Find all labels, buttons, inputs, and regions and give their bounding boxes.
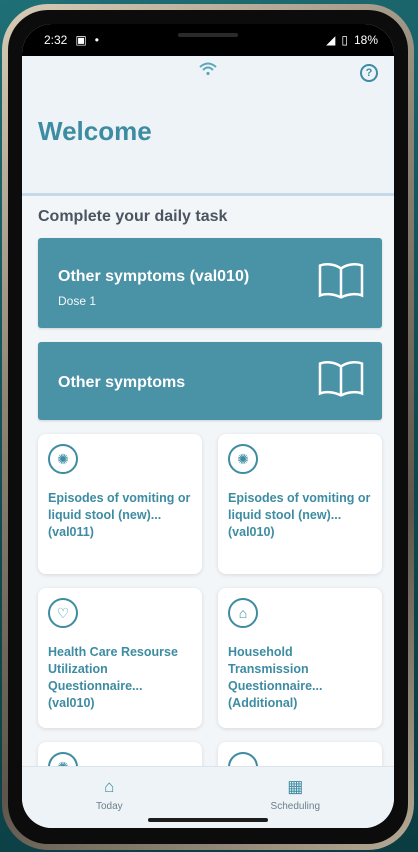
status-time: 2:32 <box>44 33 68 47</box>
app-header: ? Welcome <box>22 56 394 196</box>
book-icon <box>318 361 364 402</box>
nav-label: Today <box>95 801 123 812</box>
nav-label: Scheduling <box>270 801 321 812</box>
questionnaire-card[interactable]: ♡ Health Care Resourse Utilization Quest… <box>38 588 202 728</box>
calendar-icon: ▦ <box>287 777 304 796</box>
task-title: Other symptoms <box>58 374 186 391</box>
questionnaire-card[interactable]: ✺ Episodes of vomiting or liquid stool (… <box>218 434 382 574</box>
help-icon[interactable]: ? <box>360 64 378 82</box>
book-icon <box>318 263 364 304</box>
questionnaire-card[interactable]: ✺ Episodes of vomiting or liquid stool (… <box>38 434 202 574</box>
camera-notch <box>108 24 308 58</box>
phone-frame: 2:32 ▣ • ◢ ▯ 18% ? Welcome Complete your… <box>2 4 414 850</box>
section-title: Complete your daily task <box>38 208 228 225</box>
notification-dot-icon: • <box>94 33 99 47</box>
sim-icon: ▣ <box>75 33 87 47</box>
task-title: Other symptoms (val010) <box>58 268 250 285</box>
questionnaire-label: Episodes of vomiting or liquid stool (ne… <box>48 491 191 539</box>
virus-icon: ✺ <box>228 444 258 474</box>
task-subtitle: Dose 1 <box>58 294 97 308</box>
app-screen: 2:32 ▣ • ◢ ▯ 18% ? Welcome Complete your… <box>22 24 394 828</box>
questionnaire-label: Health Care Resourse Utilization Questio… <box>48 645 178 710</box>
questionnaire-label: Household Transmission Questionnaire... … <box>228 645 323 710</box>
heart-icon: ♡ <box>48 598 78 628</box>
nav-today[interactable]: ⌂ Today <box>96 777 123 812</box>
page-title: Welcome <box>38 116 152 146</box>
nav-scheduling[interactable]: ▦ Scheduling <box>271 777 320 812</box>
bottom-navigation: ⌂ Today ▦ Scheduling <box>22 766 394 828</box>
home-indicator <box>148 818 268 822</box>
questionnaire-label: Episodes of vomiting or liquid stool (ne… <box>228 491 371 539</box>
task-card-other-symptoms[interactable]: Other symptoms <box>38 342 382 420</box>
house-icon: ⌂ <box>228 598 258 628</box>
wifi-icon <box>199 62 217 81</box>
task-card-other-symptoms-val010[interactable]: Other symptoms (val010) Dose 1 <box>38 238 382 328</box>
phone-bezel: 2:32 ▣ • ◢ ▯ 18% ? Welcome Complete your… <box>8 10 408 844</box>
home-icon: ⌂ <box>104 777 115 796</box>
questionnaire-card[interactable]: ⌂ Household Transmission Questionnaire..… <box>218 588 382 728</box>
virus-icon: ✺ <box>48 444 78 474</box>
battery-icon: ▯ <box>341 33 348 47</box>
signal-icon: ◢ <box>326 33 336 47</box>
battery-level: 18% <box>353 33 378 47</box>
